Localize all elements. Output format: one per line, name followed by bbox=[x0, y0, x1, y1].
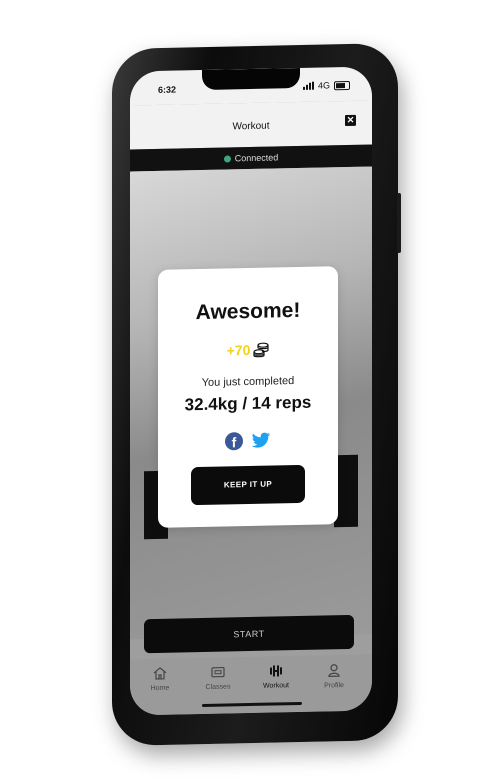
start-button[interactable]: START bbox=[144, 614, 354, 654]
tab-bar: Home Classes Workout Profile bbox=[130, 654, 372, 716]
modal-subtitle: You just completed bbox=[201, 375, 295, 389]
page-title: Workout bbox=[232, 120, 270, 133]
home-indicator bbox=[202, 701, 302, 708]
header: Workout ✕ bbox=[130, 100, 372, 150]
workout-stat: 32.4kg / 14 reps bbox=[184, 392, 312, 415]
share-buttons: f bbox=[158, 430, 338, 452]
tab-home[interactable]: Home bbox=[134, 666, 186, 692]
connection-status: Connected bbox=[234, 152, 279, 164]
classes-icon bbox=[211, 666, 225, 678]
notch bbox=[202, 67, 300, 91]
dumbbell-icon bbox=[270, 665, 282, 677]
points-reward: +70 bbox=[158, 340, 338, 360]
coins-icon bbox=[253, 342, 269, 358]
profile-icon bbox=[328, 664, 340, 677]
points-value: +70 bbox=[226, 341, 251, 359]
tab-home-label: Home bbox=[150, 684, 170, 693]
facebook-icon[interactable]: f bbox=[225, 432, 243, 451]
status-time: 6:32 bbox=[158, 84, 177, 95]
signal-icon bbox=[302, 81, 314, 90]
modal-title: Awesome! bbox=[195, 298, 301, 325]
connected-status-dot bbox=[223, 154, 231, 163]
tab-classes-label: Classes bbox=[205, 683, 231, 691]
keep-it-up-button[interactable]: KEEP IT UP bbox=[191, 464, 305, 506]
side-button bbox=[397, 192, 401, 254]
network-label: 4G bbox=[317, 80, 330, 91]
home-icon bbox=[153, 667, 167, 680]
twitter-icon[interactable] bbox=[251, 432, 271, 450]
tab-profile[interactable]: Profile bbox=[308, 663, 360, 690]
tab-classes[interactable]: Classes bbox=[192, 665, 244, 691]
tab-workout-label: Workout bbox=[263, 682, 289, 690]
battery-icon bbox=[334, 80, 350, 90]
close-icon[interactable]: ✕ bbox=[345, 114, 356, 127]
tab-profile-label: Profile bbox=[324, 682, 344, 690]
status-indicators: 4G bbox=[302, 80, 350, 91]
tab-workout[interactable]: Workout bbox=[250, 664, 302, 690]
completion-modal: Awesome! +70 You just completed 32.4kg /… bbox=[158, 266, 338, 528]
